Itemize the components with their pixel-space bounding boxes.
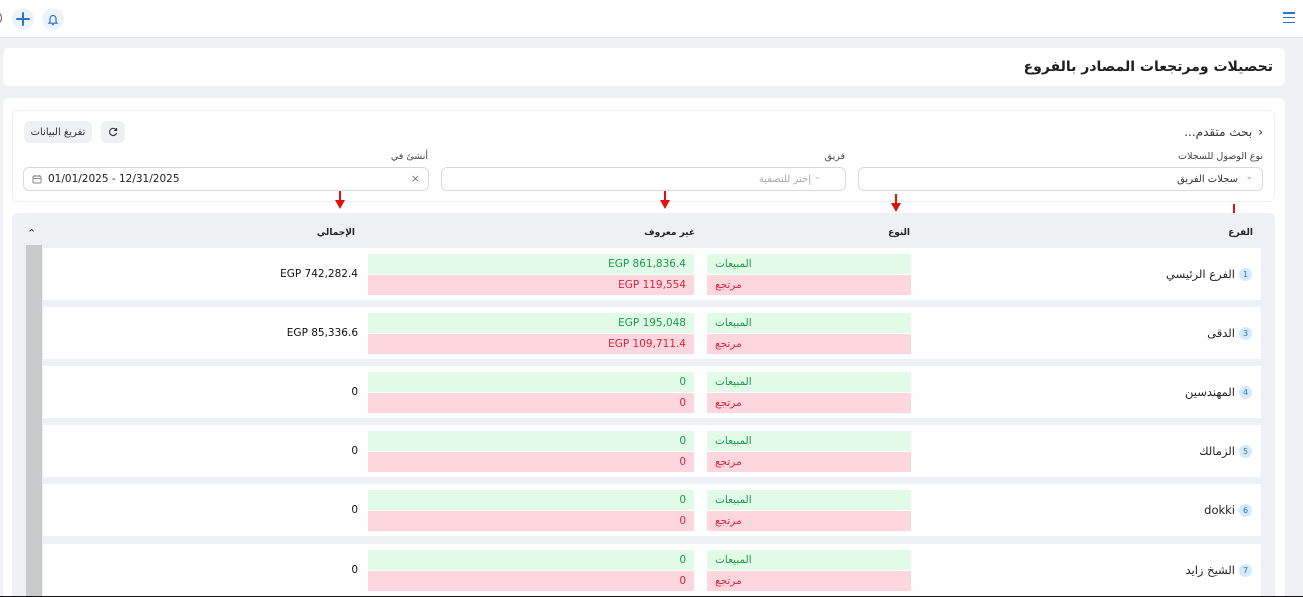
return-amount: 0 [368,452,694,472]
return-type-label: مرتجع [707,275,911,295]
return-type-label: مرتجع [707,334,911,354]
column-header-unknown: غير معروف [644,228,695,238]
table-row: 0 0 0 المبيعات مرتجع 5 الزمالك [43,425,1261,477]
access-type-value: سجلات الفريق [1177,173,1238,185]
return-amount: 0 [368,511,694,531]
title-card: تحصيلات ومرتجعات المصادر بالفروع [3,48,1285,86]
row-number-badge: 4 [1239,385,1252,399]
refresh-icon [109,127,118,137]
date-range-value: 01/01/2025 - 12/31/2025 [48,173,180,185]
branch-name: الفرع الرئيسي [1166,267,1235,281]
advanced-search-toggle[interactable]: ‹ بحث متقدم... [1184,125,1263,139]
chevron-down-icon: ⌄ [813,172,821,182]
row-total: 0 [351,445,358,457]
clear-icon[interactable]: × [411,172,420,185]
row-total: 0 [351,564,358,576]
team-label: فريق [824,151,845,162]
top-bar [0,0,1303,38]
chevron-left-icon: ‹ [1258,125,1263,139]
team-placeholder: إختر للتصفية [758,173,811,185]
created-at-label: أنشئ في [390,151,428,162]
table-row: EGP 85,336.6 EGP 195,048 EGP 109,711.4 ا… [43,307,1261,359]
row-number-badge: 1 [1239,267,1252,281]
row-number-badge: 7 [1239,563,1252,577]
export-data-button[interactable]: تفريغ البيانات [24,121,92,143]
row-number-badge: 3 [1239,326,1252,340]
sales-amount: 0 [368,550,694,570]
bell-icon[interactable] [42,8,64,30]
column-header-total: الإجمالي [316,228,355,238]
table-row: 0 0 0 المبيعات مرتجع 4 المهندسين [43,366,1261,418]
return-amount: EGP 119,554 [368,275,694,295]
sales-amount: EGP 861,836.4 [368,254,694,274]
team-select[interactable]: إختر للتصفية ⌄ [441,167,846,191]
row-number-badge: 5 [1239,444,1252,458]
branch-name: الشيخ زايد [1185,563,1236,577]
calendar-icon [32,175,42,184]
return-amount: 0 [368,571,694,591]
return-amount: 0 [368,393,694,413]
sales-amount: 0 [368,431,694,451]
row-total: 0 [351,504,358,516]
branch-cell: 7 الشيخ زايد [1185,563,1252,577]
table-row: 0 0 0 المبيعات مرتجع 6 dokki [43,484,1261,536]
sales-amount: 0 [368,490,694,510]
hamburger-menu-icon[interactable] [1283,12,1295,23]
column-header-type: النوع [888,228,910,238]
branch-name: dokki [1204,503,1235,517]
sales-type-label: المبيعات [707,431,911,451]
date-range-input[interactable]: 01/01/2025 - 12/31/2025 × [23,167,429,191]
return-type-label: مرتجع [707,452,911,472]
row-number-badge: 6 [1239,503,1252,517]
branch-cell: 3 الدقى [1207,326,1252,340]
table-row: 0 0 0 المبيعات مرتجع 7 الشيخ زايد [43,544,1261,596]
sales-type-label: المبيعات [707,490,911,510]
branch-cell: 5 الزمالك [1199,444,1252,458]
return-type-label: مرتجع [707,393,911,413]
access-type-select[interactable]: سجلات الفريق ⌄ [858,167,1263,191]
sales-amount: EGP 195,048 [368,313,694,333]
access-type-label: نوع الوصول للسجلات [1178,151,1263,162]
page-title: تحصيلات ومرتجعات المصادر بالفروع [1023,59,1273,75]
branch-name: المهندسين [1184,385,1235,399]
branch-cell: 6 dokki [1204,503,1252,517]
row-total: EGP 742,282.4 [280,268,358,280]
branch-name: الزمالك [1199,444,1235,458]
advanced-search-label: بحث متقدم... [1184,125,1253,139]
column-header-branch: الفرع [1228,228,1253,238]
collapse-chevron-up-icon[interactable]: ⌃ [27,227,36,240]
return-amount: EGP 109,711.4 [368,334,694,354]
sales-type-label: المبيعات [707,254,911,274]
partial-icon [0,12,2,24]
row-total: 0 [351,386,358,398]
branch-cell: 1 الفرع الرئيسي [1166,267,1252,281]
return-type-label: مرتجع [707,571,911,591]
plus-icon[interactable] [12,8,34,30]
sales-amount: 0 [368,372,694,392]
sales-type-label: المبيعات [707,372,911,392]
return-type-label: مرتجع [707,511,911,531]
sales-type-label: المبيعات [707,550,911,570]
sales-type-label: المبيعات [707,313,911,333]
row-group-bar [26,245,42,597]
refresh-button[interactable] [101,121,125,143]
table-row: EGP 742,282.4 EGP 861,836.4 EGP 119,554 … [43,248,1261,300]
chevron-down-icon: ⌄ [1245,172,1253,182]
branch-name: الدقى [1207,326,1235,340]
branch-cell: 4 المهندسين [1185,385,1252,399]
row-total: EGP 85,336.6 [286,327,358,339]
